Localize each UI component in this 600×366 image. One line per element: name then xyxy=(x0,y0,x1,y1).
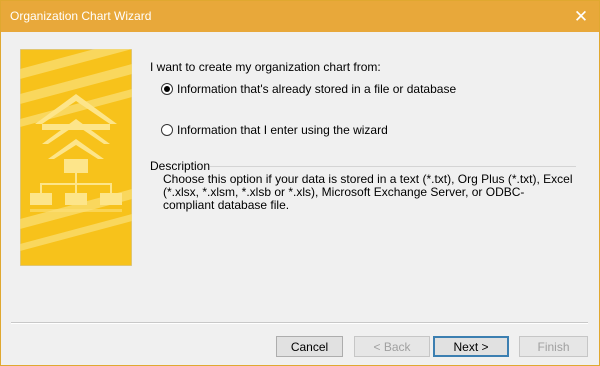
close-button[interactable]: ✕ xyxy=(563,1,599,32)
description-heading: Description xyxy=(150,159,211,173)
wizard-body: I want to create my organization chart f… xyxy=(1,32,599,365)
option-existing-file-label[interactable]: Information that's already stored in a f… xyxy=(177,82,456,96)
option-existing-file[interactable]: Information that's already stored in a f… xyxy=(161,82,456,96)
radio-existing-file[interactable] xyxy=(161,83,173,95)
option-enter-wizard-label[interactable]: Information that I enter using the wizar… xyxy=(177,123,388,137)
next-button[interactable]: Next > xyxy=(433,336,509,357)
title-bar: Organization Chart Wizard ✕ xyxy=(1,1,599,32)
description-divider xyxy=(210,166,576,167)
finish-button[interactable]: Finish xyxy=(519,336,588,357)
footer-divider xyxy=(11,322,588,324)
option-enter-wizard[interactable]: Information that I enter using the wizar… xyxy=(161,123,388,137)
description-text: Choose this option if your data is store… xyxy=(163,172,573,212)
window-title: Organization Chart Wizard xyxy=(10,9,152,23)
source-prompt: I want to create my organization chart f… xyxy=(150,60,381,74)
cancel-button[interactable]: Cancel xyxy=(276,336,343,357)
close-icon: ✕ xyxy=(573,6,589,26)
wizard-window: Organization Chart Wizard ✕ I want to cr… xyxy=(0,0,600,366)
org-chart-wizard-graphic xyxy=(20,49,132,266)
radio-enter-wizard[interactable] xyxy=(161,124,173,136)
back-button[interactable]: < Back xyxy=(354,336,430,357)
